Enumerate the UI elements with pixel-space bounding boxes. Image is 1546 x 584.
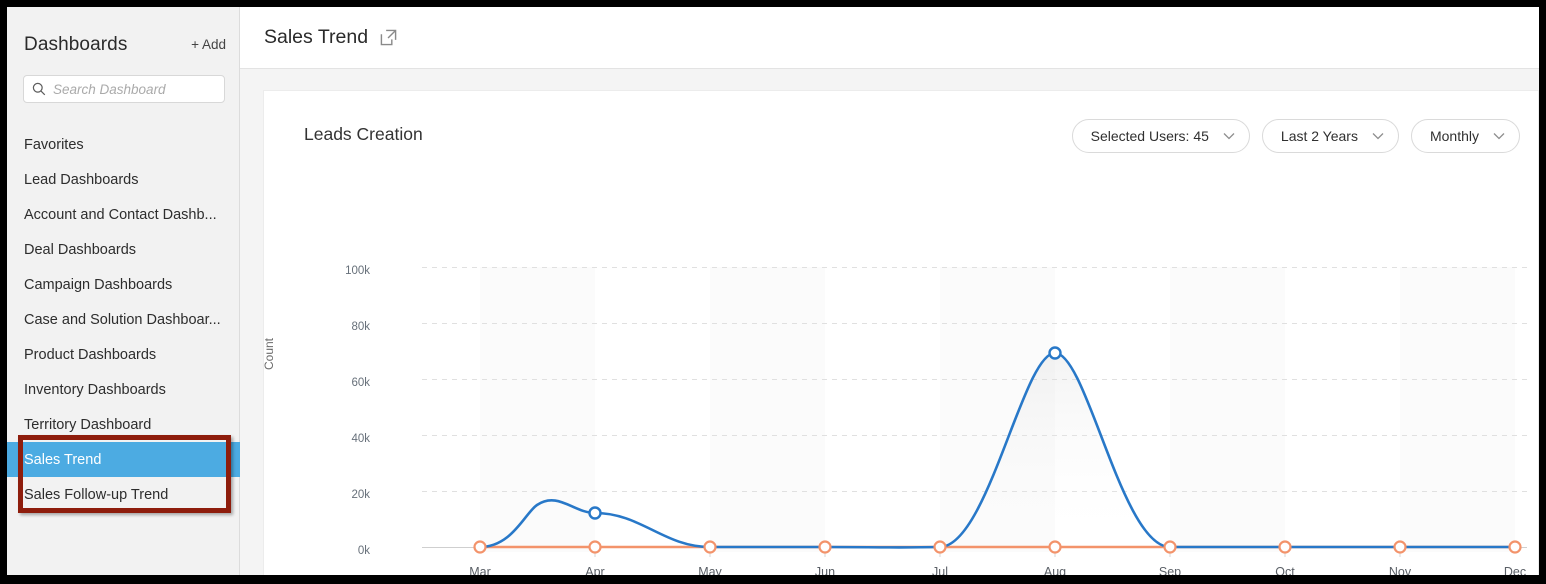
trend-point <box>1393 540 1407 554</box>
trend-point <box>588 540 602 554</box>
sidebar-item-label: Case and Solution Dashboar... <box>24 311 221 328</box>
filter-date-range[interactable]: Last 2 Years <box>1261 119 1399 153</box>
page-title: Sales Trend <box>264 26 369 48</box>
app-window: Dashboards + Add Favorites Lead Dashboar… <box>7 7 1539 575</box>
x-axis-tick: May <box>698 565 722 575</box>
external-link-icon[interactable] <box>380 29 397 46</box>
actual-point <box>588 506 602 520</box>
search-input[interactable] <box>53 81 203 97</box>
sidebar-item-campaign-dashboards[interactable]: Campaign Dashboards <box>7 267 240 302</box>
search-icon <box>32 82 46 96</box>
sidebar-item-favorites[interactable]: Favorites <box>7 127 240 162</box>
trend-point <box>1048 540 1062 554</box>
y-axis-tick: 100k <box>345 265 370 277</box>
sidebar-item-label: Favorites <box>24 136 84 153</box>
trend-point <box>933 540 947 554</box>
chart-title: Leads Creation <box>304 124 423 144</box>
leads-creation-card: Leads Creation Selected Users: 45 Last 2… <box>262 90 1539 575</box>
sidebar-item-product-dashboards[interactable]: Product Dashboards <box>7 337 240 372</box>
trend-point <box>473 540 487 554</box>
chevron-down-icon <box>1372 132 1384 140</box>
search-dashboard-box[interactable] <box>23 75 225 103</box>
x-axis-tick: Jun <box>814 565 836 575</box>
sidebar-header: Dashboards + Add <box>7 25 240 65</box>
sidebar-item-account-and-contact-dashboards[interactable]: Account and Contact Dashb... <box>7 197 240 232</box>
sidebar-title: Dashboards <box>24 34 128 55</box>
y-axis-tick: 0k <box>357 545 370 557</box>
x-axis-tick: Jul <box>932 565 948 575</box>
sidebar-item-label: Lead Dashboards <box>24 171 139 188</box>
sidebar-item-sales-trend[interactable]: Sales Trend <box>7 442 247 477</box>
sidebar-item-sales-follow-up-trend[interactable]: Sales Follow-up Trend <box>7 477 240 512</box>
sidebar-item-territory-dashboard[interactable]: Territory Dashboard <box>7 407 240 442</box>
x-axis-tick: Nov <box>1388 565 1412 575</box>
sidebar-item-deal-dashboards[interactable]: Deal Dashboards <box>7 232 240 267</box>
dashboards-sidebar: Dashboards + Add Favorites Lead Dashboar… <box>7 7 247 575</box>
sidebar-item-label: Account and Contact Dashb... <box>24 206 217 223</box>
x-axis-tick: Aug <box>1043 565 1067 575</box>
sidebar-item-label: Campaign Dashboards <box>24 276 173 293</box>
x-axis-tick: Dec <box>1503 565 1527 575</box>
filter-granularity[interactable]: Monthly <box>1410 119 1520 153</box>
trend-point <box>818 540 832 554</box>
sidebar-item-label: Inventory Dashboards <box>24 381 166 398</box>
chart-plot-area <box>422 267 1527 557</box>
page-header: Sales Trend <box>240 7 1539 69</box>
trend-point <box>1278 540 1292 554</box>
filter-selected-users[interactable]: Selected Users: 45 <box>1071 119 1250 153</box>
chevron-down-icon <box>1223 132 1235 140</box>
x-axis-tick: Mar <box>469 565 491 575</box>
filter-label: Last 2 Years <box>1280 128 1358 144</box>
leads-creation-chart: Count 100k 80k 60k 40k 20k 0k Mar Apr Ma… <box>262 165 1539 575</box>
trend-point <box>1508 540 1522 554</box>
x-axis-tick: Apr <box>585 565 605 575</box>
x-axis-tick: Oct <box>1275 565 1295 575</box>
sidebar-item-inventory-dashboards[interactable]: Inventory Dashboards <box>7 372 240 407</box>
sidebar-item-case-and-solution-dashboards[interactable]: Case and Solution Dashboar... <box>7 302 240 337</box>
trend-point <box>1163 540 1177 554</box>
main-content: Sales Trend Leads Creation Selected User… <box>240 7 1539 575</box>
sidebar-item-label: Product Dashboards <box>24 346 157 363</box>
x-axis-tick: Sep <box>1158 565 1182 575</box>
y-axis-tick: 40k <box>351 433 370 445</box>
trend-point <box>703 540 717 554</box>
dashboard-list: Favorites Lead Dashboards Account and Co… <box>7 127 247 512</box>
chart-filters: Selected Users: 45 Last 2 Years Monthly <box>1071 119 1520 153</box>
y-axis-label: Count <box>262 337 276 370</box>
sidebar-item-label: Deal Dashboards <box>24 241 137 258</box>
add-dashboard-button[interactable]: + Add <box>191 37 226 52</box>
sidebar-item-lead-dashboards[interactable]: Lead Dashboards <box>7 162 240 197</box>
y-axis-tick: 80k <box>351 321 370 333</box>
sidebar-item-label: Sales Follow-up Trend <box>24 486 169 503</box>
filter-label: Selected Users: 45 <box>1090 128 1209 144</box>
sidebar-item-label: Territory Dashboard <box>24 416 152 433</box>
chevron-down-icon <box>1493 132 1505 140</box>
actual-point <box>1048 346 1062 360</box>
sidebar-item-label: Sales Trend <box>24 451 102 468</box>
y-axis-tick: 60k <box>351 377 370 389</box>
y-axis-tick: 20k <box>351 489 370 501</box>
filter-label: Monthly <box>1429 128 1479 144</box>
